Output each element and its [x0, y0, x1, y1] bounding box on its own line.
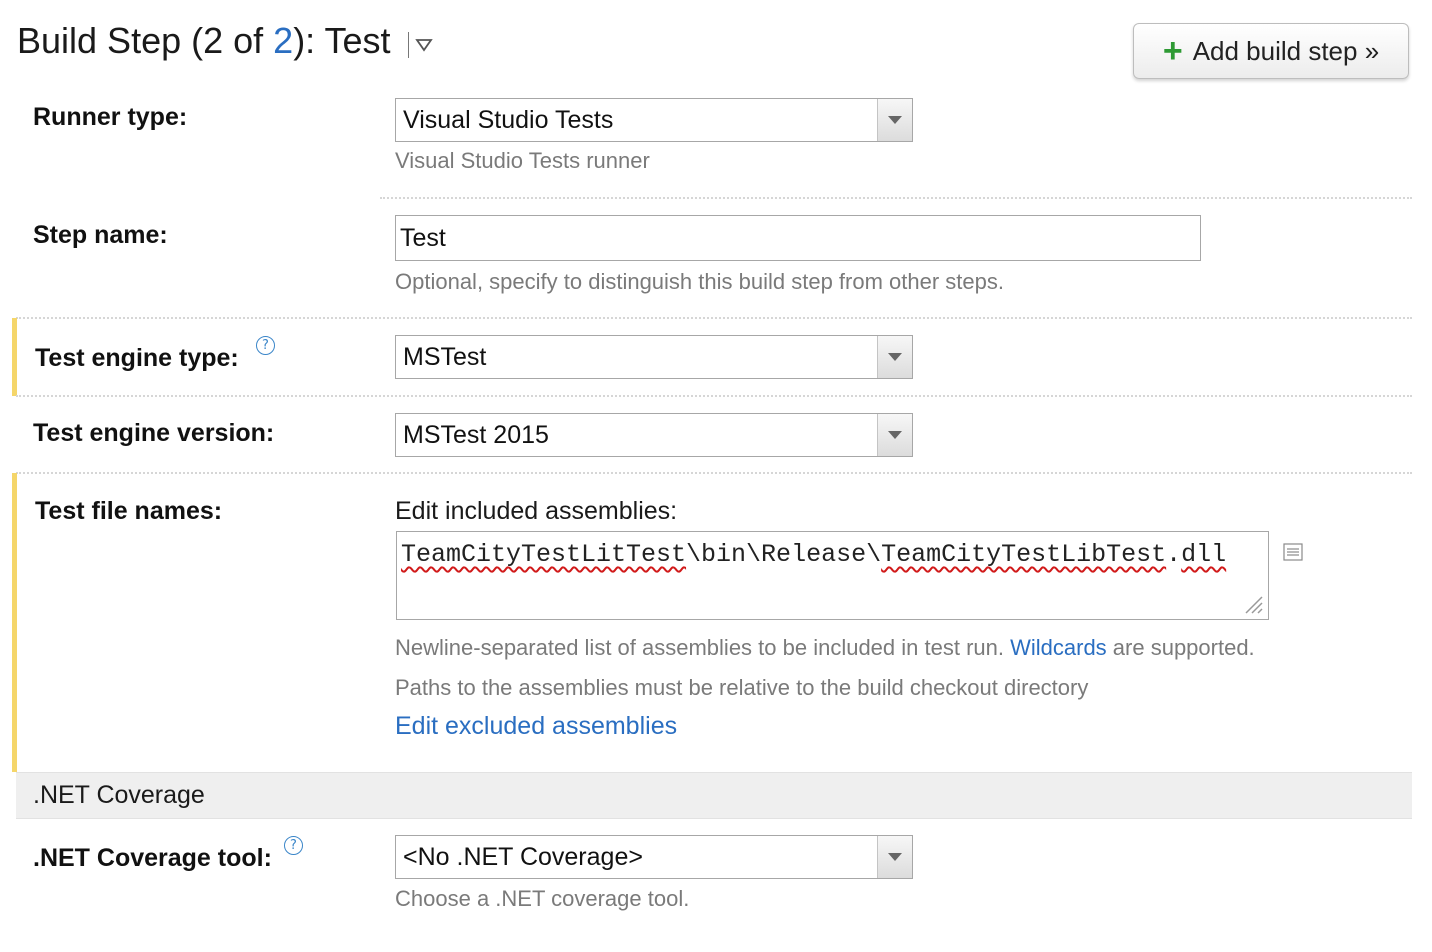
triangle-down-icon: [877, 336, 912, 378]
divider: [16, 317, 1412, 319]
page-title-prefix: Build Step (2 of: [17, 20, 274, 61]
page-title: Build Step (2 of 2): Test: [17, 20, 391, 62]
included-assemblies-text: TeamCityTestLitTest\bin\Release\TeamCity…: [401, 540, 1226, 569]
divider: [16, 472, 1412, 474]
misspelled-word: TeamCityTestLitTest: [401, 540, 687, 569]
divider: [16, 395, 1412, 397]
plus-icon: +: [1162, 32, 1183, 70]
changed-marker: [12, 473, 17, 772]
engine-type-label-text: Test engine type:: [35, 344, 239, 372]
triangle-down-icon: [877, 836, 912, 878]
list-icon[interactable]: [1283, 543, 1303, 561]
path-segment: .: [1166, 540, 1182, 569]
path-segment: \bin\Release\: [686, 540, 882, 569]
triangle-down-icon: [877, 414, 912, 456]
hint-text: are supported.: [1106, 635, 1255, 660]
add-build-step-label: Add build step »: [1192, 35, 1380, 66]
menu-separator: [408, 32, 409, 58]
step-name-input[interactable]: Test: [395, 215, 1201, 261]
runner-type-select[interactable]: Visual Studio Tests: [395, 98, 913, 142]
included-assemblies-hint: Newline-separated list of assemblies to …: [395, 635, 1255, 661]
step-menu-toggle[interactable]: [408, 32, 433, 58]
engine-type-label: Test engine type:: [35, 344, 239, 373]
runner-type-label: Runner type:: [33, 103, 188, 131]
edit-included-label: Edit included assemblies:: [395, 497, 678, 525]
included-assemblies-textarea[interactable]: TeamCityTestLitTest\bin\Release\TeamCity…: [396, 531, 1269, 620]
engine-version-value: MSTest 2015: [403, 420, 549, 449]
engine-type-select[interactable]: MSTest: [395, 335, 913, 379]
relative-paths-hint: Paths to the assemblies must be relative…: [395, 675, 1089, 700]
coverage-section-title: .NET Coverage: [33, 781, 205, 809]
misspelled-word: TeamCityTestLibTest: [881, 540, 1167, 569]
coverage-section-header: .NET Coverage: [16, 772, 1412, 819]
help-circle-icon[interactable]: ?: [284, 836, 303, 855]
edit-excluded-assemblies-link[interactable]: Edit excluded assemblies: [395, 712, 677, 741]
help-circle-icon[interactable]: ?: [256, 336, 275, 355]
changed-marker: [12, 318, 17, 396]
runner-type-value: Visual Studio Tests: [403, 105, 614, 134]
misspelled-word: dll: [1181, 540, 1227, 569]
runner-type-hint: Visual Studio Tests runner: [395, 148, 650, 173]
coverage-tool-value: <No .NET Coverage>: [403, 842, 643, 871]
engine-version-select[interactable]: MSTest 2015: [395, 413, 913, 457]
step-name-label: Step name:: [33, 221, 168, 249]
wildcards-link[interactable]: Wildcards: [1010, 635, 1107, 660]
hint-text: Newline-separated list of assemblies to …: [395, 635, 1011, 660]
triangle-down-icon: [877, 99, 912, 141]
coverage-tool-label: .NET Coverage tool:: [33, 844, 272, 872]
divider: [380, 197, 1412, 199]
page-title-suffix: ): Test: [293, 20, 391, 61]
test-files-label: Test file names:: [35, 497, 223, 525]
coverage-tool-hint: Choose a .NET coverage tool.: [395, 886, 690, 911]
step-name-hint: Optional, specify to distinguish this bu…: [395, 269, 1004, 294]
triangle-down-icon: [415, 39, 433, 52]
add-build-step-button[interactable]: + Add build step »: [1133, 23, 1409, 79]
coverage-tool-select[interactable]: <No .NET Coverage>: [395, 835, 913, 879]
resize-grip-icon[interactable]: [1242, 593, 1264, 615]
engine-type-value: MSTest: [403, 342, 487, 371]
engine-version-label: Test engine version:: [33, 419, 275, 447]
step-count-link[interactable]: 2: [273, 20, 293, 61]
